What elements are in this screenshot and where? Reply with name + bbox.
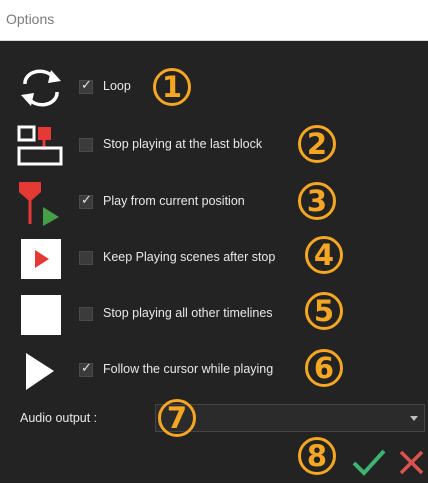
annotation-badge-6: 6 — [305, 349, 343, 387]
options-dialog: Options ✓ Loop 1 Stop playing at the las… — [0, 0, 428, 482]
loop-icon — [16, 65, 66, 111]
play-from-position-checkbox[interactable]: ✓ — [79, 193, 93, 209]
option-row-keep-playing: Keep Playing scenes after stop 4 — [0, 229, 428, 289]
option-row-stop-other-timelines: Stop playing all other timelines 5 — [0, 285, 428, 345]
audio-output-label: Audio output : — [20, 411, 98, 425]
annotation-badge-2: 2 — [298, 125, 336, 163]
title-bar: Options — [0, 0, 428, 41]
play-triangle-icon — [16, 348, 66, 394]
chevron-down-icon — [410, 416, 418, 421]
annotation-badge-5: 5 — [305, 292, 343, 330]
stop-last-block-label: Stop playing at the last block — [103, 137, 263, 151]
annotation-badge-8: 8 — [298, 437, 336, 475]
follow-cursor-label: Follow the cursor while playing — [103, 362, 274, 376]
annotation-badge-7: 7 — [158, 399, 196, 437]
annotation-badge-4: 4 — [305, 236, 343, 274]
stop-at-last-block-icon — [16, 123, 66, 169]
cancel-button[interactable] — [395, 446, 427, 478]
stop-last-block-checkbox[interactable] — [79, 138, 93, 152]
stop-square-icon — [16, 292, 66, 338]
play-from-position-label: Play from current position — [103, 194, 245, 208]
option-row-loop: ✓ Loop 1 — [0, 58, 428, 118]
option-row-play-from-position: ✓ Play from current position 3 — [0, 173, 428, 233]
follow-cursor-checkbox[interactable]: ✓ — [79, 361, 93, 377]
annotation-badge-3: 3 — [298, 182, 336, 220]
checkmark-icon — [352, 449, 386, 476]
option-row-follow-cursor: ✓ Follow the cursor while playing 6 — [0, 341, 428, 401]
stop-other-timelines-label: Stop playing all other timelines — [103, 306, 273, 320]
play-from-position-icon — [16, 180, 66, 226]
loop-checkbox[interactable]: ✓ — [79, 78, 93, 94]
keep-playing-label: Keep Playing scenes after stop — [103, 250, 276, 264]
option-row-stop-last-block: Stop playing at the last block 2 — [0, 116, 428, 176]
keep-playing-checkbox[interactable] — [79, 251, 93, 265]
ok-button[interactable] — [351, 446, 387, 478]
close-icon — [399, 450, 424, 475]
stop-other-timelines-checkbox[interactable] — [79, 307, 93, 321]
keep-playing-icon — [16, 236, 66, 282]
loop-label: Loop — [103, 79, 131, 93]
window-title: Options — [6, 11, 55, 27]
annotation-badge-1: 1 — [153, 68, 191, 106]
